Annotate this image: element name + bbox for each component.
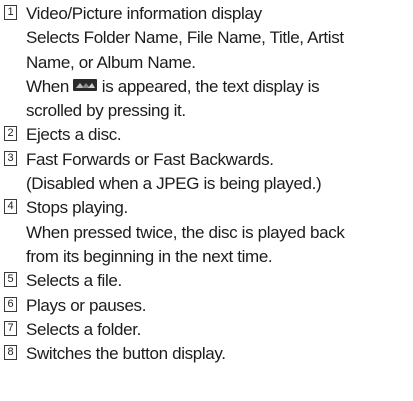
item-number-box: 7 bbox=[4, 320, 17, 336]
item-text: Stops playing. When pressed twice, the d… bbox=[26, 196, 411, 269]
item-text: Fast Forwards or Fast Backwards. (Disabl… bbox=[26, 148, 411, 197]
item-number-box: 1 bbox=[4, 5, 17, 20]
item-text: Selects a file. bbox=[26, 269, 411, 293]
item-text: Selects a folder. bbox=[26, 318, 411, 342]
item-text: Ejects a disc. bbox=[26, 123, 411, 147]
item-line: Name, or Album Name. bbox=[26, 52, 196, 72]
item-line: Video/Picture information display bbox=[26, 4, 262, 23]
item-line: Ejects a disc. bbox=[26, 125, 122, 145]
icon-line-after: is appeared, the text display is bbox=[97, 76, 320, 96]
item-number-box: 6 bbox=[4, 296, 17, 312]
list-item: 7 Selects a folder. bbox=[4, 318, 411, 342]
list-item: 3 Fast Forwards or Fast Backwards. (Disa… bbox=[4, 148, 411, 197]
item-number-box: 2 bbox=[4, 126, 17, 142]
item-line: (Disabled when a JPEG is being played.) bbox=[26, 174, 322, 194]
item-line: Stops playing. bbox=[26, 198, 128, 218]
list-item: 2 Ejects a disc. bbox=[4, 123, 411, 147]
list-item: 8 Switches the button display. bbox=[4, 342, 411, 366]
item-text: Video/Picture information display Select… bbox=[26, 2, 411, 123]
list-item: 6 Plays or pauses. bbox=[4, 294, 411, 318]
item-line: from its beginning in the next time. bbox=[26, 246, 273, 266]
item-text: Switches the button display. bbox=[26, 342, 411, 366]
item-line: scrolled by pressing it. bbox=[26, 101, 186, 121]
item-line: Selects Folder Name, File Name, Title, A… bbox=[26, 28, 344, 48]
item-line: When pressed twice, the disc is played b… bbox=[26, 222, 345, 242]
list-item: 4 Stops playing. When pressed twice, the… bbox=[4, 196, 411, 269]
item-line: Fast Forwards or Fast Backwards. bbox=[26, 149, 274, 169]
item-number-box: 3 bbox=[4, 150, 17, 166]
item-text: Plays or pauses. bbox=[26, 294, 411, 318]
icon-line-before: When bbox=[26, 76, 74, 96]
list-item: 5 Selects a file. bbox=[4, 269, 411, 293]
list-item: 1 Video/Picture information display Sele… bbox=[4, 2, 411, 123]
item-line: Plays or pauses. bbox=[26, 295, 147, 315]
item-line: Selects a file. bbox=[26, 271, 122, 291]
item-number-box: 8 bbox=[4, 345, 17, 361]
item-line: Switches the button display. bbox=[26, 344, 226, 364]
instruction-list: 1 Video/Picture information display Sele… bbox=[0, 0, 413, 401]
item-number-box: 5 bbox=[4, 272, 17, 288]
item-number-box: 4 bbox=[4, 199, 17, 215]
item-line-with-icon: When is appeared, the text display is bbox=[26, 75, 411, 99]
scroll-button-icon bbox=[73, 74, 98, 98]
item-line: Selects a folder. bbox=[26, 319, 142, 339]
